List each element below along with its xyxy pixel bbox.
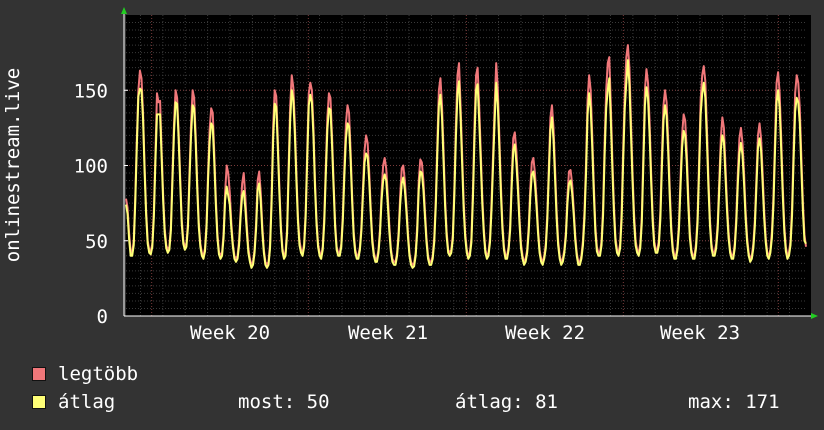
legend-swatch-max — [32, 367, 46, 381]
y-tick-label: 100 — [74, 156, 108, 178]
stat-average-label: átlag: — [455, 391, 524, 413]
y-axis-label: onlinestream.live — [2, 68, 24, 262]
x-tick-label: Week 23 — [660, 322, 740, 344]
y-tick-label: 0 — [97, 306, 108, 328]
legend-label-avg: átlag — [58, 391, 116, 413]
legend-item-max: legtöbb — [32, 363, 138, 385]
x-axis-arrow — [811, 313, 818, 319]
stat-current: most: 50 — [238, 391, 330, 413]
legend-item-avg: átlag — [32, 391, 115, 413]
legend-swatch-avg — [32, 395, 46, 409]
stat-current-label: most: — [238, 391, 296, 413]
legend-label-max: legtöbb — [58, 363, 139, 385]
stat-average-value: 81 — [535, 391, 558, 413]
x-tick-label: Week 20 — [190, 322, 270, 344]
stat-current-value: 50 — [306, 391, 330, 413]
y-tick-label: 150 — [74, 80, 108, 102]
x-tick-label: Week 22 — [505, 322, 585, 344]
y-tick-label: 50 — [85, 231, 108, 253]
stat-average: átlag: 81 — [455, 391, 558, 413]
y-axis-arrow — [121, 7, 127, 14]
stat-max-label: max: — [688, 391, 734, 413]
x-tick-label: Week 21 — [348, 322, 428, 344]
stat-max: max: 171 — [688, 391, 780, 413]
stat-max-value: 171 — [745, 391, 780, 413]
